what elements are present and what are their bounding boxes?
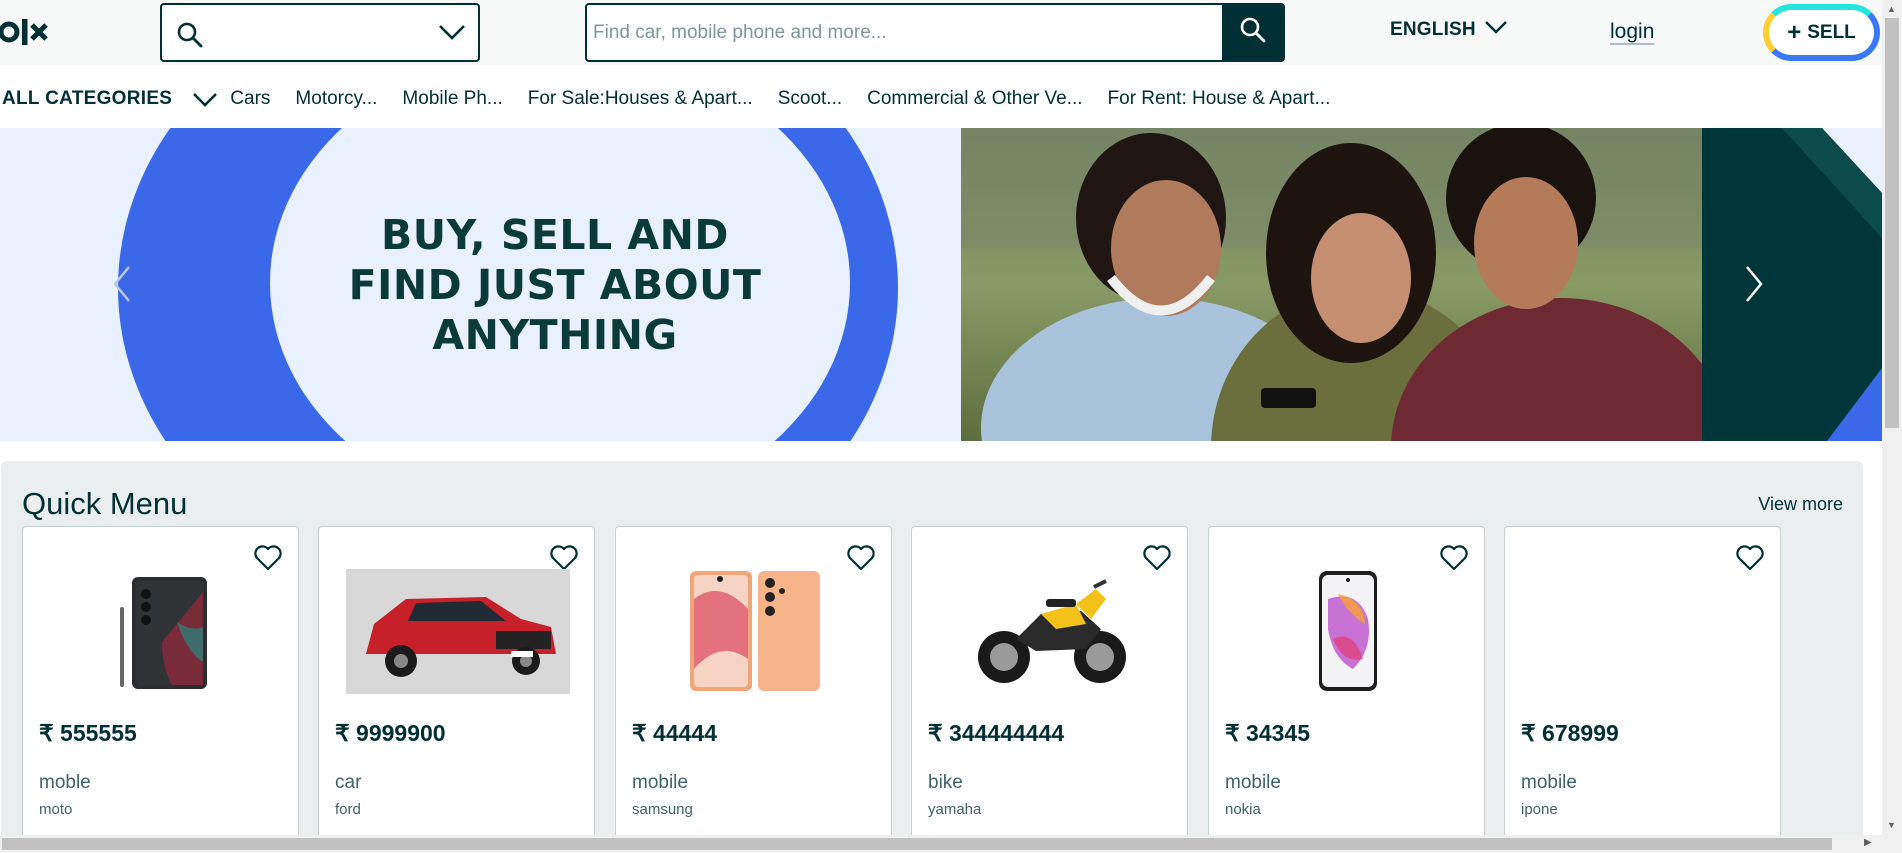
product-title: car: [335, 772, 362, 793]
vertical-scrollbar[interactable]: ▲ ▼: [1882, 0, 1902, 853]
product-subtitle: moto: [39, 801, 73, 818]
product-price: ₹ 344444444: [928, 720, 1065, 746]
product-price: ₹ 44444: [632, 720, 717, 746]
horizontal-scroll-thumb[interactable]: [2, 838, 1832, 850]
product-card[interactable]: ₹ 678999 mobile ipone: [1504, 526, 1781, 853]
vertical-scroll-thumb[interactable]: [1885, 18, 1899, 428]
search-bar: [585, 3, 1285, 62]
product-card[interactable]: ₹ 344444444 bike yamaha: [911, 526, 1188, 853]
category-link-cars[interactable]: Cars: [230, 88, 270, 110]
carousel-prev-arrow[interactable]: [112, 264, 132, 309]
product-price: ₹ 678999: [1521, 720, 1619, 746]
category-link-mobile-phones[interactable]: Mobile Ph...: [402, 88, 502, 110]
product-title: bike: [928, 772, 963, 793]
sell-button[interactable]: + SELL: [1763, 4, 1880, 61]
olx-logo[interactable]: [0, 14, 56, 50]
product-image: [632, 569, 877, 694]
product-card[interactable]: ₹ 34345 mobile nokia: [1208, 526, 1485, 853]
product-title: mobile: [632, 772, 688, 793]
banner-photo-friends: [961, 128, 1702, 441]
category-link-scooters[interactable]: Scoot...: [778, 88, 842, 110]
quick-menu-title: Quick Menu: [22, 486, 188, 521]
search-input[interactable]: [587, 5, 1222, 60]
banner-headline: BUY, SELL AND FIND JUST ABOUT ANYTHING: [330, 210, 780, 360]
product-title: mobile: [1225, 772, 1281, 793]
product-price: ₹ 34345: [1225, 720, 1310, 746]
search-icon: [1239, 16, 1267, 49]
product-subtitle: ford: [335, 801, 361, 818]
product-subtitle: yamaha: [928, 801, 982, 818]
category-link-houses-for-sale[interactable]: For Sale:Houses & Apart...: [528, 88, 753, 110]
banner-graphic: BUY, SELL AND FIND JUST ABOUT ANYTHING: [0, 128, 962, 441]
product-image-empty: [1521, 569, 1766, 694]
banner-dark-panel: [1702, 128, 1882, 441]
product-image: [335, 569, 580, 694]
banner-headline-line: ANYTHING: [432, 311, 678, 359]
category-link-commercial-vehicles[interactable]: Commercial & Other Ve...: [867, 88, 1082, 110]
language-selector[interactable]: ENGLISH: [1390, 19, 1508, 41]
hero-banner-carousel: BUY, SELL AND FIND JUST ABOUT ANYTHING: [0, 128, 1882, 441]
horizontal-scrollbar[interactable]: ▶: [0, 835, 1882, 853]
view-more-link[interactable]: View more: [1758, 494, 1843, 515]
top-header: ENGLISH login + SELL: [0, 0, 1882, 65]
search-icon: [176, 21, 204, 54]
olx-page: ENGLISH login + SELL ALL CATEGORIES Cars…: [0, 0, 1902, 853]
search-button[interactable]: [1222, 5, 1283, 60]
product-subtitle: samsung: [632, 801, 693, 818]
scroll-right-arrow-icon[interactable]: ▶: [1864, 837, 1872, 848]
plus-icon: +: [1787, 18, 1802, 46]
location-selector[interactable]: [160, 3, 480, 62]
product-price: ₹ 9999900: [335, 720, 446, 746]
chevron-down-icon: [1484, 19, 1508, 41]
olx-logo-mark: [0, 19, 48, 45]
quick-menu-section: Quick Menu View more ₹ 555555 moble moto…: [1, 461, 1863, 853]
product-image: [1225, 569, 1470, 694]
carousel-next-arrow[interactable]: [1744, 264, 1764, 309]
product-image: [928, 569, 1173, 694]
product-card[interactable]: ₹ 555555 moble moto: [22, 526, 299, 853]
product-image: [39, 569, 284, 694]
banner-headline-line: FIND JUST ABOUT: [348, 261, 762, 309]
category-nav: ALL CATEGORIES Cars Motorcy... Mobile Ph…: [0, 76, 1355, 122]
product-card[interactable]: ₹ 44444 mobile samsung: [615, 526, 892, 853]
product-title: mobile: [1521, 772, 1577, 793]
product-title: moble: [39, 772, 91, 793]
banner-headline-line: BUY, SELL AND: [381, 211, 729, 259]
product-subtitle: ipone: [1521, 801, 1558, 818]
chevron-down-icon[interactable]: [192, 91, 218, 107]
product-card[interactable]: ₹ 9999900 car ford: [318, 526, 595, 853]
all-categories-toggle[interactable]: ALL CATEGORIES: [2, 88, 172, 110]
scroll-down-arrow-icon[interactable]: ▼: [1887, 820, 1896, 830]
login-link[interactable]: login: [1610, 20, 1654, 44]
product-subtitle: nokia: [1225, 801, 1261, 818]
language-label: ENGLISH: [1390, 19, 1476, 40]
category-link-houses-for-rent[interactable]: For Rent: House & Apart...: [1108, 88, 1331, 110]
chevron-down-icon[interactable]: [438, 23, 466, 46]
sell-label: SELL: [1807, 21, 1856, 43]
product-price: ₹ 555555: [39, 720, 137, 746]
scroll-up-arrow-icon[interactable]: ▲: [1887, 4, 1896, 14]
category-link-motorcycles[interactable]: Motorcy...: [295, 88, 377, 110]
